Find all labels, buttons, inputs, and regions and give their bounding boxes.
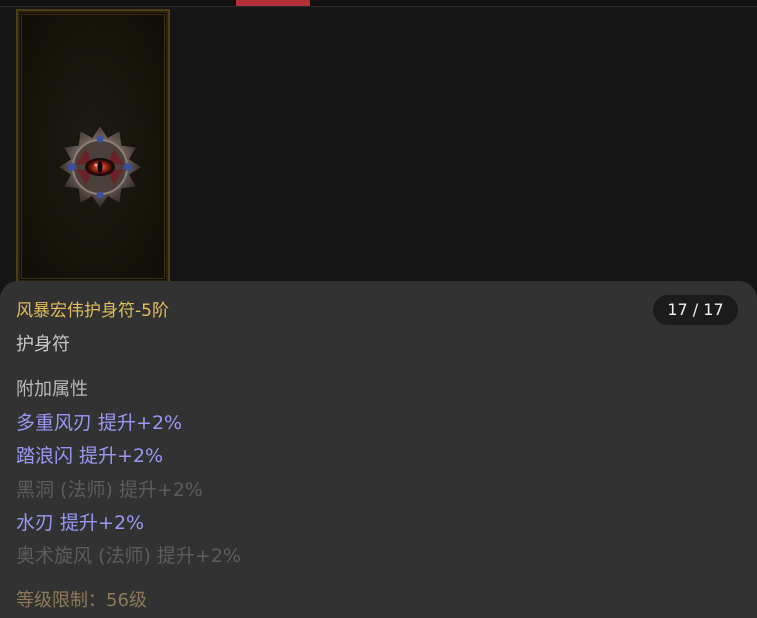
attribute-line: 踏浪闪 提升+2% — [16, 445, 164, 467]
attribute-line-inactive: 奥术旋风 (法师) 提升+2% — [16, 545, 241, 567]
attribute-line: 水刃 提升+2% — [16, 512, 145, 534]
item-name: 风暴宏伟护身符-5阶 — [16, 301, 169, 321]
item-type: 护身符 — [16, 334, 70, 355]
attribute-line: 多重风刃 提升+2% — [16, 412, 183, 434]
item-slot[interactable] — [16, 9, 170, 284]
item-tooltip: 风暴宏伟护身符-5阶 17 / 17 护身符 附加属性 多重风刃 提升+2% 踏… — [0, 281, 757, 618]
level-requirement: 等级限制：56级 — [16, 590, 147, 611]
item-count-badge: 17 / 17 — [653, 295, 738, 325]
attribute-line-inactive: 黑洞 (法师) 提升+2% — [16, 479, 203, 501]
section-title-attributes: 附加属性 — [16, 379, 88, 400]
item-slot-inner — [21, 14, 165, 279]
amulet-icon — [56, 123, 144, 211]
active-tab-indicator[interactable] — [236, 0, 310, 6]
top-tab-bar — [0, 0, 757, 7]
